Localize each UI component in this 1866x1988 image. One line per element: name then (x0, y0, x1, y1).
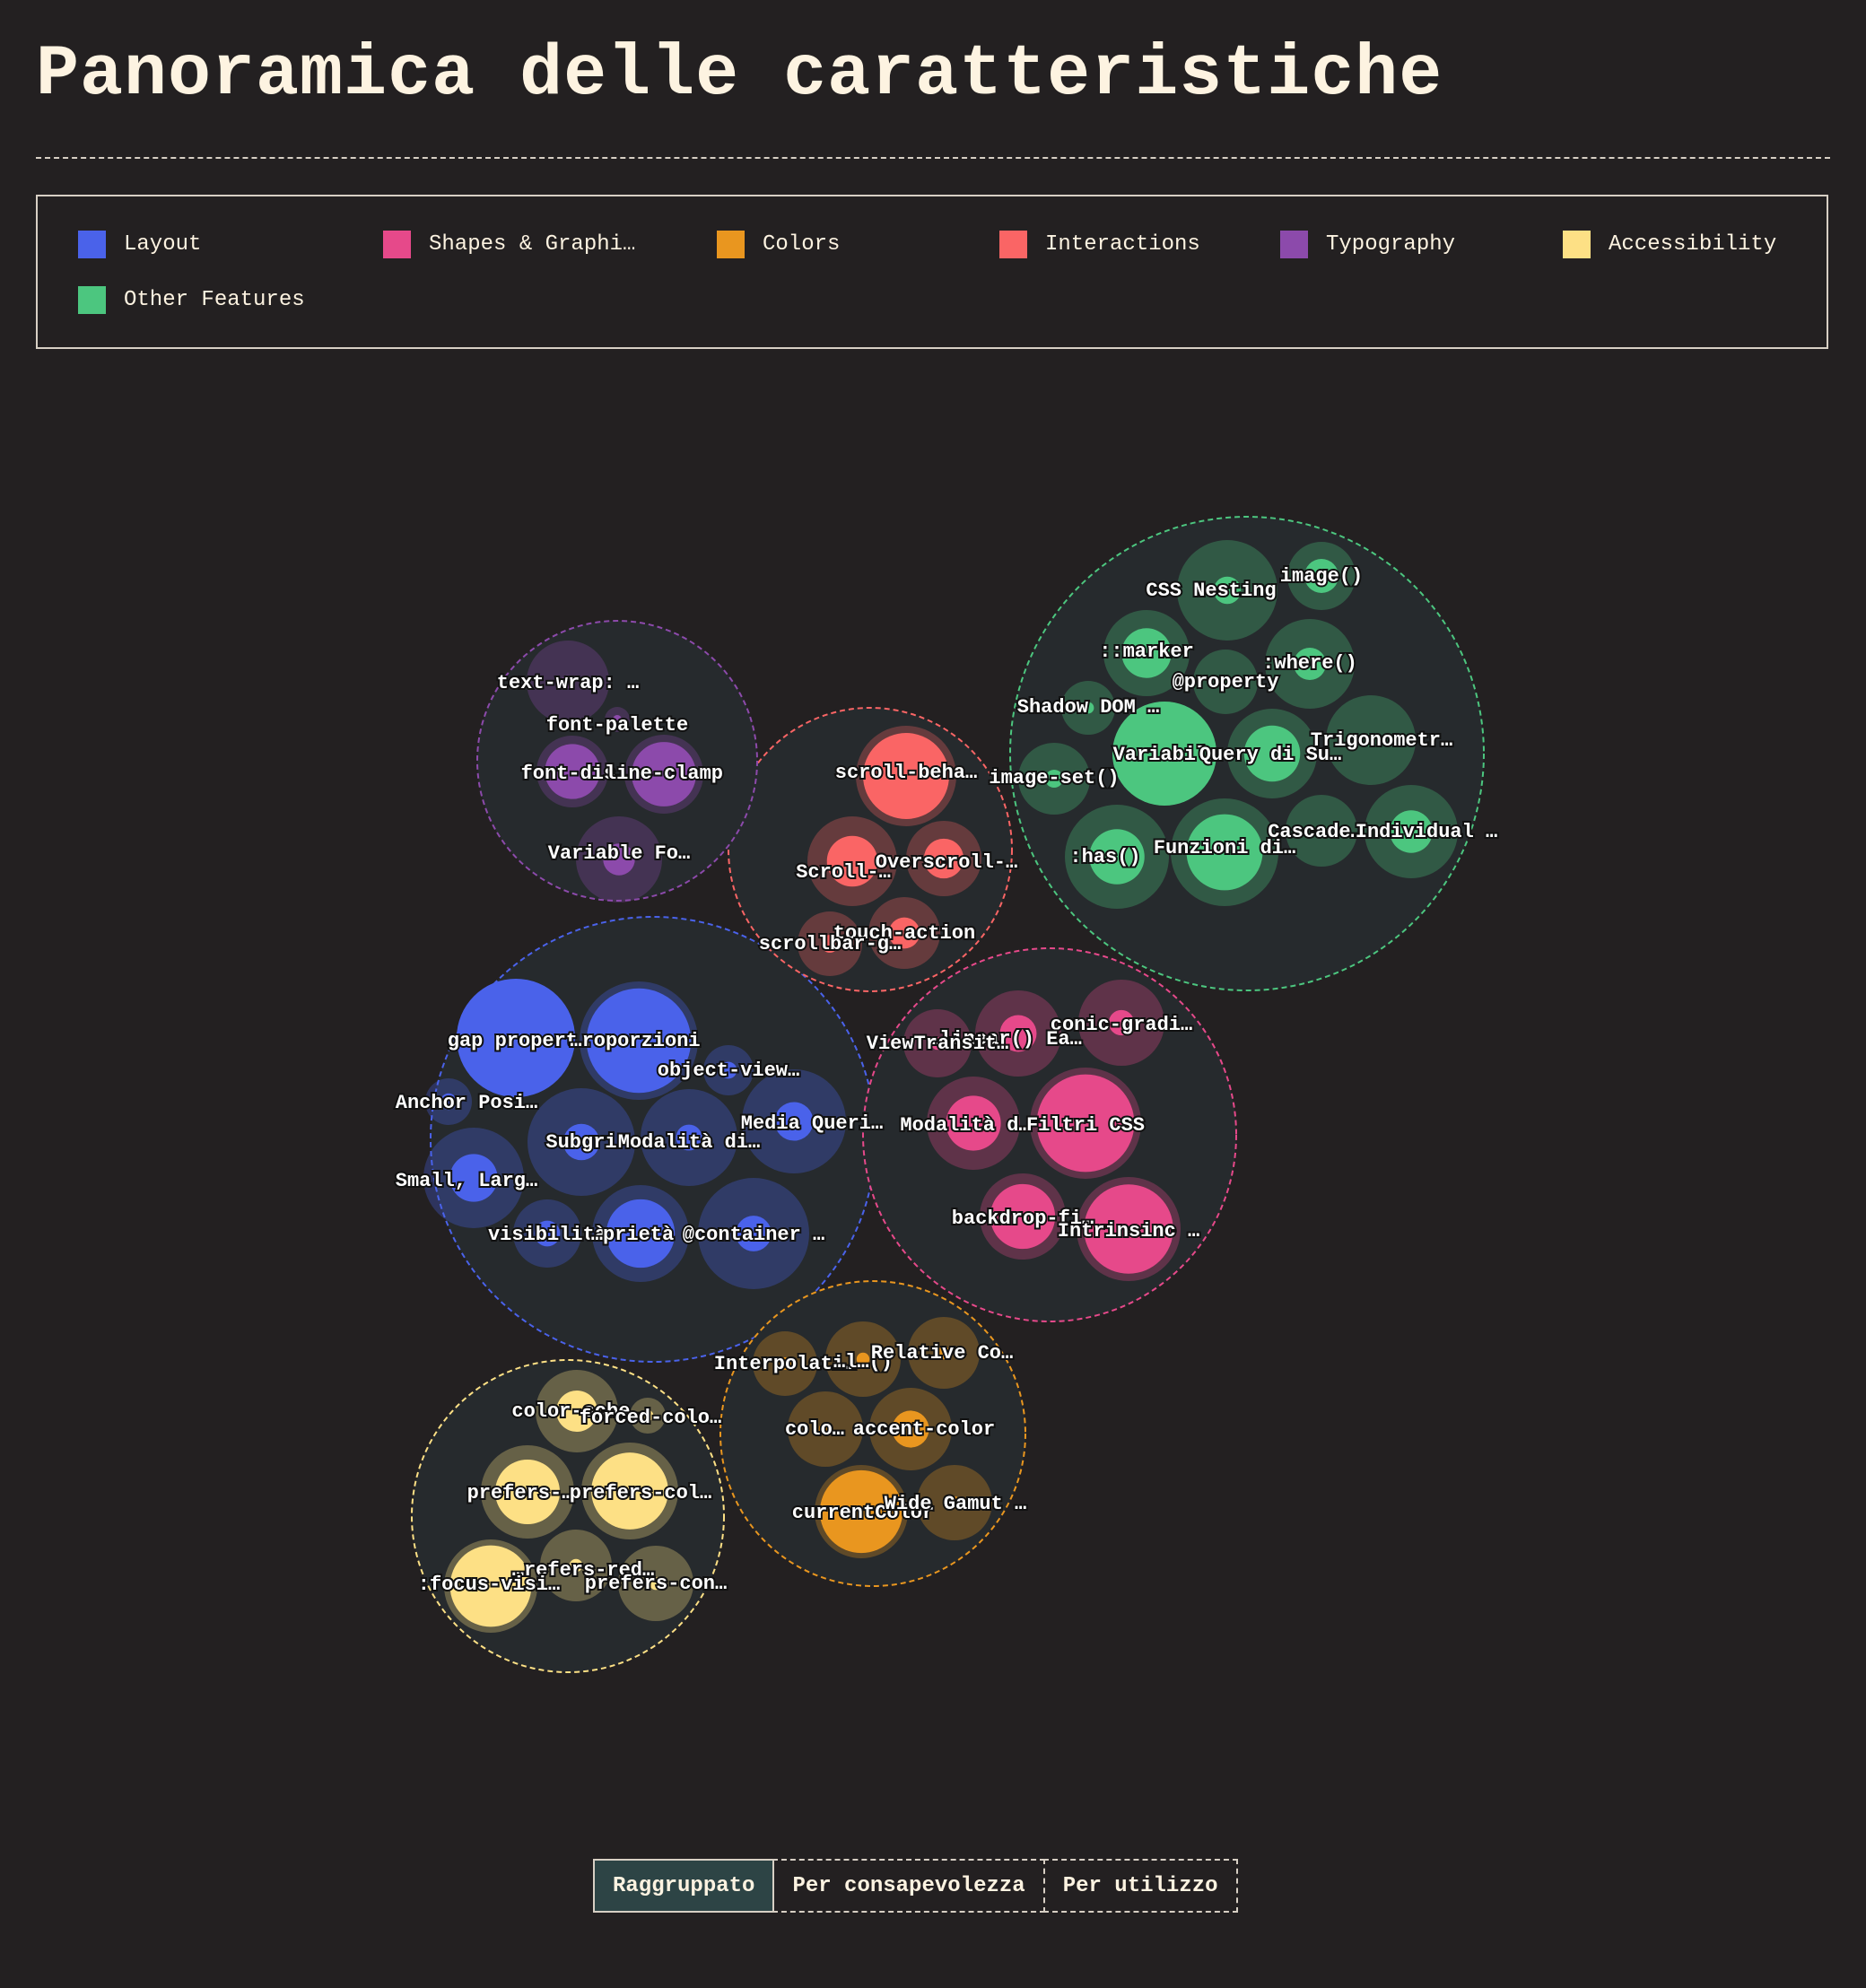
bubble-label-object-view: object-view… (658, 1059, 799, 1082)
bubble-label-relative-co: Relative Co… (871, 1342, 1013, 1365)
bubble-label-variable-fo: Variable Fo… (548, 842, 690, 865)
bubble-label-modalit-d: Modalità d… (900, 1114, 1030, 1137)
bubble-label-font-palette: font-palette (546, 714, 688, 737)
bubble-label-line-clamp: line-clamp (605, 763, 723, 785)
bubble-chart: gap propert……roporzioni object-view… Ancho… (394, 516, 1499, 1673)
bubble-label-image-set: image-set() (989, 767, 1119, 789)
bubble-label-media-queri: Media Queri… (741, 1112, 883, 1135)
bubble-label-anchor-posi: Anchor Posi… (396, 1092, 537, 1114)
bubble-label-intrinsinc: Intrinsinc … (1058, 1220, 1199, 1242)
bubble-label-visibilit: visibilità (488, 1224, 606, 1246)
bubble-label-roporzioni: …roporzioni (570, 1030, 700, 1052)
bubble-label-scrollbar-g: scrollbar-g… (759, 933, 901, 955)
bubble-label-has: :has() (1069, 846, 1140, 868)
bubble-label-focus-visi: :focus-visi… (418, 1574, 560, 1596)
bubble-label-prefers-con: prefers-con… (585, 1573, 727, 1595)
bubble-label-prefers: prefers-… (467, 1482, 574, 1504)
bubble-label-container: @container … (683, 1224, 824, 1246)
bubble-label-overscroll: Overscroll-… (876, 851, 1017, 874)
bubble-label-scroll-beha: scroll-beha… (835, 762, 977, 784)
bubble-label-gap-propert: gap propert… (448, 1030, 589, 1052)
bubble-label-colo: colo… (785, 1418, 844, 1441)
bubble-label-text-wrap: text-wrap: … (497, 672, 639, 694)
bubble-label-forced-colo: forced-colo… (580, 1407, 721, 1429)
toggle-raggruppato-button[interactable]: Raggruppato (593, 1859, 775, 1913)
bubble-label-property: @property (1173, 671, 1279, 693)
toggle-per-consapevolezza-button[interactable]: Per consapevolezza (772, 1859, 1045, 1913)
bubble-label-cascade: Cascade… (1268, 821, 1363, 843)
bubble-label-viewtransit: ViewTransit… (867, 1033, 1008, 1055)
bubble-label-individual: Individual … (1356, 821, 1497, 843)
bubble-label-image: image() (1280, 565, 1363, 588)
bubble-label-marker: ::marker (1099, 641, 1194, 663)
bubble-label-modalit-di: Modalità di… (618, 1131, 760, 1154)
bubble-label-filtri-css: Filtri CSS (1026, 1114, 1145, 1137)
bubble-label-trigonometr: Trigonometr… (1311, 729, 1452, 752)
bubble-label-accent-color: accent-color (853, 1418, 995, 1441)
bubble-label-wide-gamut: Wide Gamut … (885, 1493, 1026, 1515)
bubble-label-prefers-col: prefers-col… (570, 1482, 711, 1504)
bubble-label-css-nesting: CSS Nesting (1146, 580, 1276, 602)
bubble-label-shadow-dom: Shadow DOM … (1017, 696, 1159, 719)
bubble-label-subgri: Subgri (545, 1131, 616, 1154)
bubble-label-small-larg: Small, Larg… (396, 1170, 537, 1192)
bubble-label-priet: …prietà (591, 1224, 674, 1246)
toggle-per-utilizzo-button[interactable]: Per utilizzo (1042, 1859, 1238, 1913)
view-toggle: Raggruppato Per consapevolezza Per utilizz… (593, 1859, 1238, 1913)
